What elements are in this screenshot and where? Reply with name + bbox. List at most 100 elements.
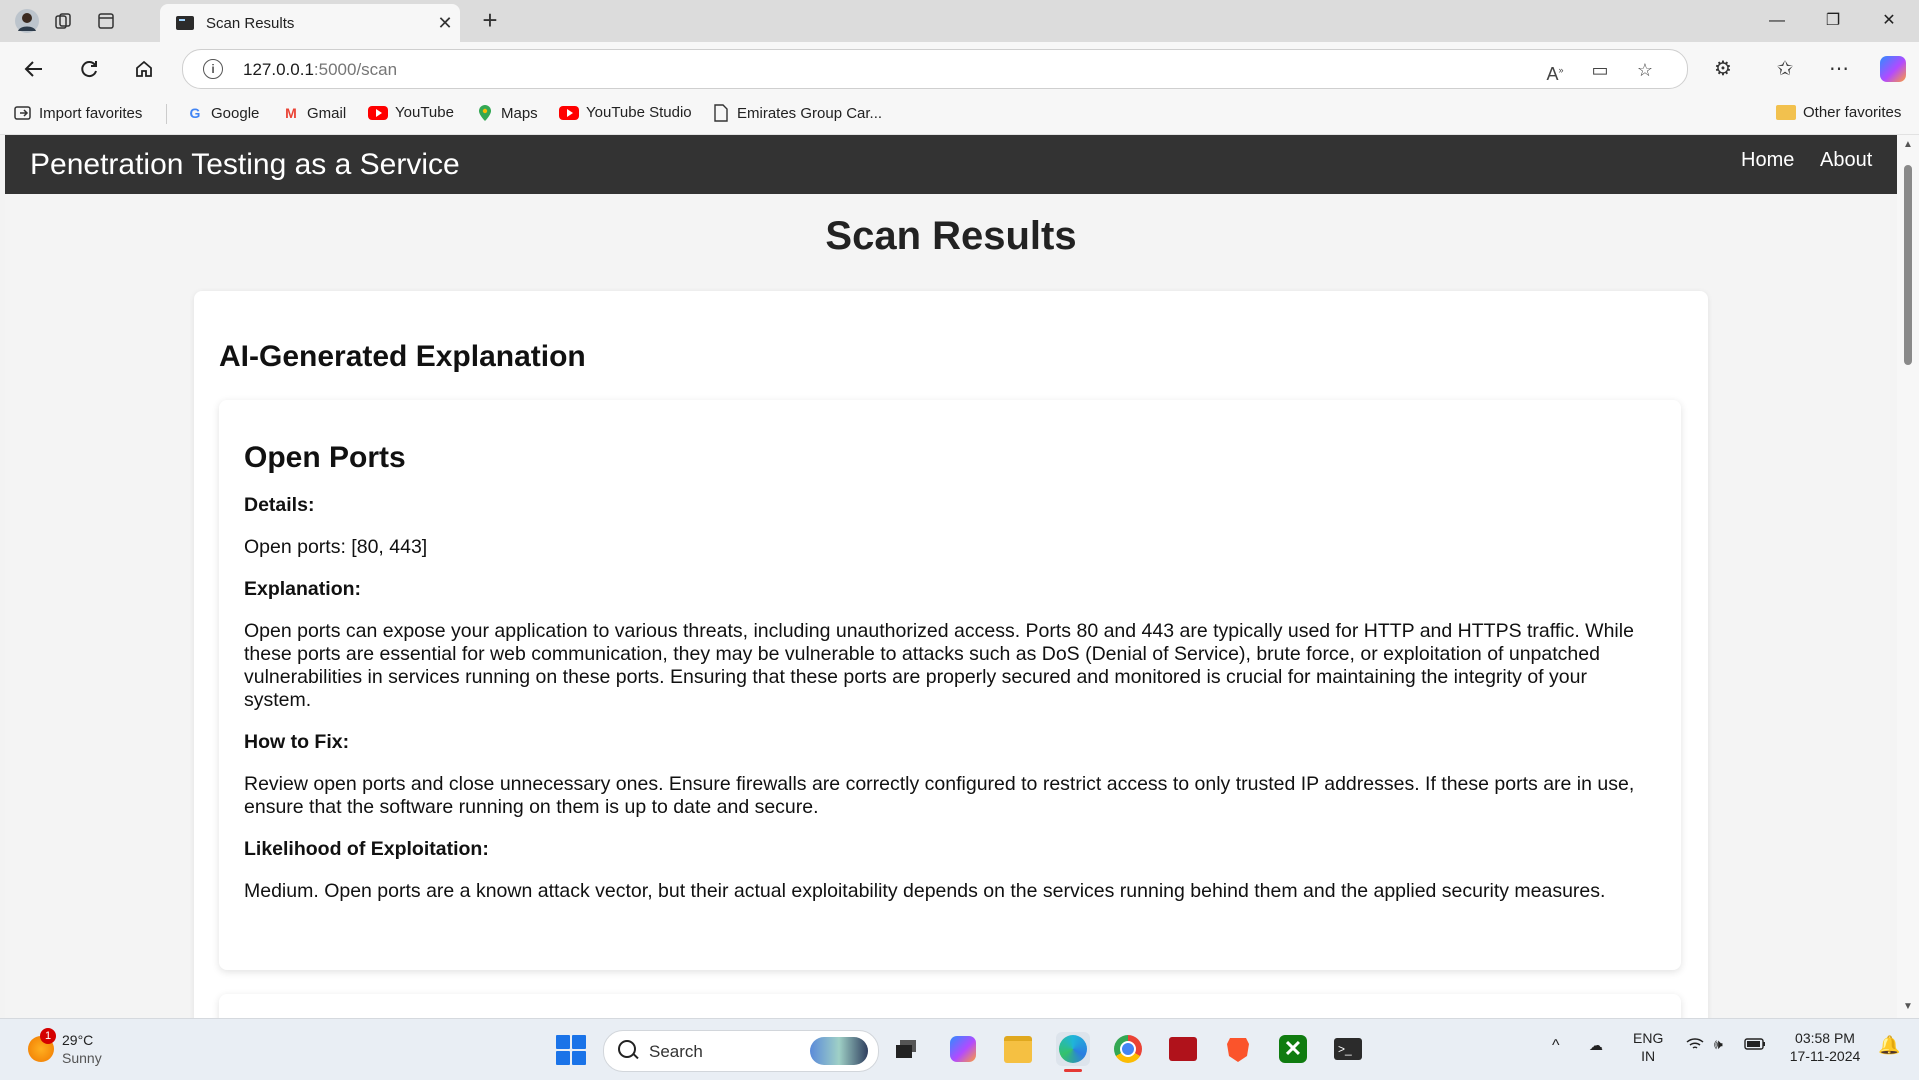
- youtube-studio-icon: [559, 105, 579, 120]
- page-title: Scan Results: [825, 214, 1077, 258]
- task-view-icon[interactable]: [889, 1032, 923, 1066]
- immersive-reader-icon[interactable]: ▭: [1588, 58, 1612, 82]
- bookmark-youtube-studio[interactable]: YouTube Studio: [559, 104, 692, 121]
- navigation-bar: i 127.0.0.1:5000/scan A» ▭ ☆ ⚙ ✩ ⋯: [0, 42, 1919, 94]
- favorites-bar: Import favorites G Google M Gmail YouTub…: [0, 94, 1919, 135]
- bookmark-youtube[interactable]: YouTube: [368, 104, 454, 121]
- clock[interactable]: 03:58 PM 17-11-2024: [1782, 1029, 1868, 1065]
- brave-browser-icon[interactable]: [1221, 1032, 1255, 1066]
- site-title: Penetration Testing as a Service: [30, 148, 460, 181]
- tab-scan-results[interactable]: Scan Results ✕: [160, 4, 460, 42]
- search-highlight-image: [810, 1037, 868, 1065]
- windows-taskbar: 1 29°C Sunny Search ✕ >_ ^ ☁ ENG IN 🕪 03: [0, 1018, 1919, 1080]
- url-text[interactable]: 127.0.0.1:5000/scan: [243, 60, 397, 80]
- gmail-icon: M: [285, 105, 297, 121]
- bookmark-label: Gmail: [307, 104, 347, 122]
- edge-browser-icon[interactable]: [1056, 1032, 1090, 1072]
- copilot-app-icon[interactable]: [946, 1032, 980, 1066]
- bookmark-label: YouTube Studio: [586, 104, 692, 121]
- finding-card-open-ports: Open Ports Details: Open ports: [80, 443…: [219, 400, 1681, 970]
- weather-widget[interactable]: 1 29°C Sunny: [28, 1028, 102, 1067]
- profile-avatar[interactable]: [12, 6, 42, 36]
- nav-link-about[interactable]: About: [1820, 149, 1872, 172]
- minimize-button[interactable]: —: [1757, 6, 1797, 36]
- site-header: Penetration Testing as a Service Home Ab…: [5, 135, 1897, 194]
- url-path: :5000/scan: [313, 60, 398, 79]
- start-button[interactable]: [556, 1035, 586, 1065]
- likelihood-label: Likelihood of Exploitation:: [244, 838, 489, 860]
- bookmark-maps[interactable]: Maps: [476, 104, 538, 122]
- favorite-star-icon[interactable]: ☆: [1633, 58, 1657, 82]
- favorites-icon[interactable]: ✩: [1768, 52, 1802, 86]
- other-favorites-folder[interactable]: Other favorites: [1776, 104, 1901, 121]
- extensions-icon[interactable]: ⚙: [1706, 52, 1740, 86]
- youtube-icon: [368, 105, 388, 120]
- bookmark-import-favorites[interactable]: Import favorites: [14, 104, 142, 122]
- bookmark-label: Emirates Group Car...: [737, 104, 883, 122]
- xbox-icon[interactable]: ✕: [1276, 1032, 1310, 1066]
- address-bar[interactable]: i 127.0.0.1:5000/scan A» ▭ ☆: [182, 49, 1688, 89]
- bookmark-gmail[interactable]: M Gmail: [282, 104, 346, 122]
- finding-title: Open Ports: [244, 441, 406, 474]
- page-viewport: Penetration Testing as a Service Home Ab…: [5, 135, 1897, 1018]
- volume-icon[interactable]: 🕪: [1714, 1036, 1723, 1053]
- clock-time: 03:58 PM: [1795, 1030, 1855, 1046]
- wifi-icon[interactable]: [1686, 1037, 1704, 1054]
- refresh-button[interactable]: [72, 52, 106, 86]
- battery-icon[interactable]: [1744, 1037, 1766, 1054]
- bookmark-emirates[interactable]: Emirates Group Car...: [712, 104, 882, 122]
- search-label: Search: [649, 1042, 703, 1061]
- scroll-down-icon[interactable]: ▼: [1902, 1001, 1914, 1012]
- section-heading: AI-Generated Explanation: [219, 340, 586, 373]
- likelihood-text: Medium. Open ports are a known attack ve…: [244, 880, 1606, 902]
- tab-bar: Scan Results ✕ + — ❐ ✕: [0, 0, 1919, 42]
- taskbar-search[interactable]: Search: [603, 1030, 879, 1072]
- weather-temperature: 29°C: [62, 1032, 94, 1048]
- file-explorer-icon[interactable]: [1001, 1032, 1035, 1066]
- explanation-text: Open ports can expose your application t…: [244, 620, 1634, 711]
- url-host: 127.0.0.1: [243, 60, 314, 79]
- terminal-icon[interactable]: >_: [1331, 1032, 1365, 1066]
- scroll-up-icon[interactable]: ▲: [1902, 139, 1914, 150]
- language-code: ENG: [1633, 1030, 1664, 1046]
- chrome-icon[interactable]: [1111, 1032, 1145, 1066]
- search-icon: [618, 1040, 636, 1058]
- bookmark-google[interactable]: G Google: [186, 104, 260, 122]
- tab-actions-icon[interactable]: [91, 6, 121, 36]
- show-hidden-icons[interactable]: ^: [1552, 1037, 1560, 1055]
- sun-icon: 1: [28, 1028, 56, 1062]
- bookmark-label: Maps: [501, 104, 538, 122]
- restore-button[interactable]: ❐: [1813, 6, 1853, 36]
- weather-description: Sunny: [62, 1050, 102, 1066]
- page-icon: [712, 104, 730, 122]
- page-scrollbar[interactable]: ▲ ▼: [1897, 135, 1919, 1018]
- maps-icon: [476, 104, 494, 122]
- finding-card-next: [219, 994, 1681, 1018]
- fix-text: Review open ports and close unnecessary …: [244, 773, 1635, 818]
- close-tab-icon[interactable]: ✕: [430, 13, 460, 34]
- close-window-button[interactable]: ✕: [1869, 6, 1909, 36]
- notification-badge: 1: [40, 1028, 56, 1044]
- notification-bell-icon[interactable]: 🔔: [1878, 1035, 1900, 1056]
- fix-label: How to Fix:: [244, 731, 350, 753]
- scroll-thumb[interactable]: [1904, 165, 1912, 365]
- google-icon: G: [189, 105, 201, 121]
- kali-app-icon[interactable]: [1166, 1032, 1200, 1066]
- clock-date: 17-11-2024: [1789, 1048, 1861, 1064]
- import-icon: [14, 104, 32, 122]
- new-tab-button[interactable]: +: [475, 6, 505, 36]
- back-button[interactable]: [17, 52, 51, 86]
- bookmark-label: Import favorites: [39, 104, 143, 122]
- more-menu-icon[interactable]: ⋯: [1822, 52, 1856, 86]
- bookmark-label: YouTube: [395, 104, 454, 121]
- site-info-icon[interactable]: i: [203, 59, 223, 79]
- onedrive-cloud-icon[interactable]: ☁: [1589, 1037, 1603, 1054]
- tab-title: Scan Results: [206, 14, 295, 32]
- terminal-favicon-icon: [176, 16, 194, 30]
- collections-icon[interactable]: [48, 6, 78, 36]
- home-button[interactable]: [127, 52, 161, 86]
- nav-link-home[interactable]: Home: [1741, 149, 1794, 172]
- read-aloud-icon[interactable]: A»: [1543, 58, 1567, 84]
- language-indicator[interactable]: ENG IN: [1633, 1029, 1663, 1065]
- copilot-icon[interactable]: [1880, 56, 1906, 82]
